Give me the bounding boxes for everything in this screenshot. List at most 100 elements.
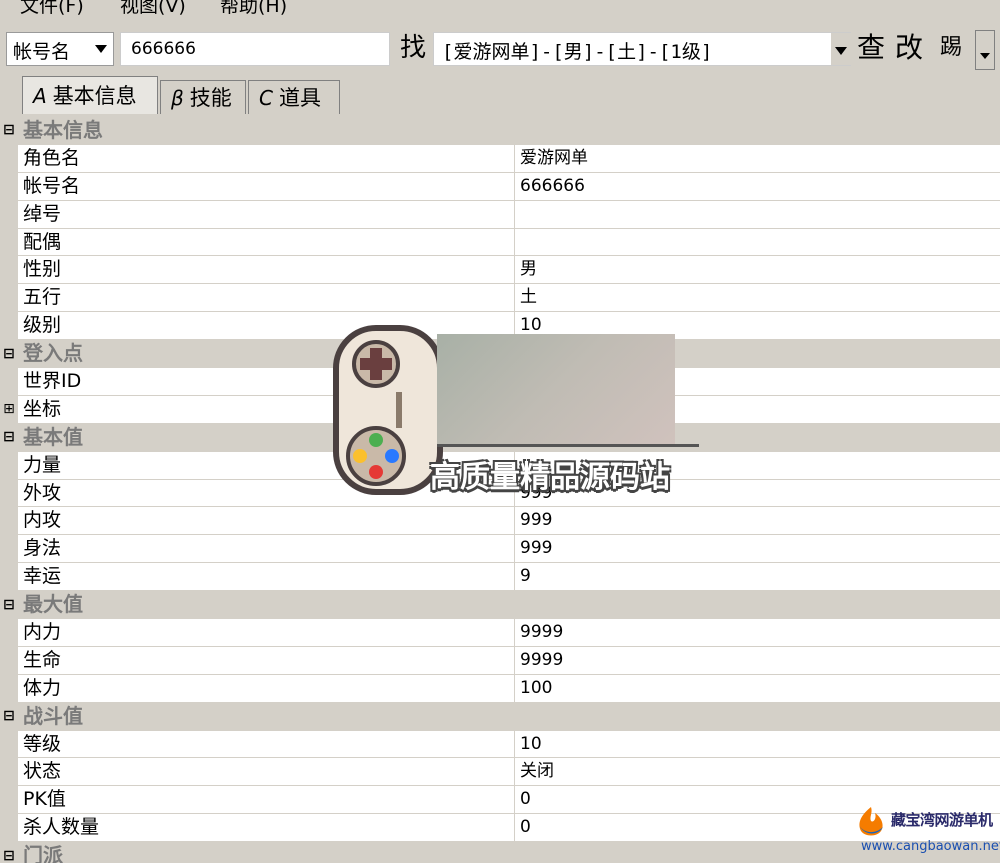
property-value[interactable]: 666666 — [515, 173, 1000, 200]
role-select-dropdown[interactable]: [爱游网单]-[男]-[土]-[1级] — [433, 32, 851, 66]
grid-property-row[interactable]: 生命 9999 — [0, 646, 1000, 675]
kick-button[interactable]: 踢 — [933, 30, 969, 66]
collapse-icon[interactable]: ⊟ — [0, 423, 18, 451]
row-gutter — [0, 200, 18, 228]
row-gutter — [0, 479, 18, 507]
collapse-icon[interactable]: ⊟ — [0, 702, 18, 730]
property-value[interactable]: 9999 — [515, 619, 1000, 646]
grid-property-row[interactable]: 内攻 999 — [0, 507, 1000, 536]
search-type-dropdown[interactable]: 帐号名 — [6, 32, 114, 66]
row-gutter — [0, 786, 18, 814]
category-label: 基本信息 — [23, 118, 103, 142]
grid-property-row[interactable]: 等级 10 — [0, 730, 1000, 759]
search-type-value: 帐号名 — [13, 41, 71, 63]
property-name: 等级 — [18, 730, 515, 758]
row-gutter — [0, 535, 18, 563]
grid-property-row[interactable]: PK值 0 — [0, 786, 1000, 815]
collapse-icon[interactable]: ⊟ — [0, 591, 18, 619]
property-value[interactable]: 爱游网单 — [515, 145, 1000, 172]
grid-property-row[interactable]: 幸运 9 — [0, 563, 1000, 592]
grid-property-row[interactable]: 杀人数量 0 — [0, 814, 1000, 843]
property-value[interactable] — [515, 201, 1000, 228]
property-value[interactable]: 土 — [515, 284, 1000, 311]
toolbar-overflow-button[interactable] — [975, 30, 995, 70]
item-icon: C — [259, 85, 273, 110]
property-value[interactable] — [515, 229, 1000, 256]
person-icon: A — [33, 83, 47, 108]
row-gutter — [0, 646, 18, 674]
menu-view[interactable]: 视图(V) — [120, 0, 186, 16]
property-name: 身法 — [18, 535, 515, 563]
gamepad-watermark-icon — [333, 325, 443, 495]
grid-category-row[interactable]: ⊟ 最大值 — [0, 591, 1000, 620]
tab-skills[interactable]: β 技能 — [160, 80, 246, 114]
menu-file[interactable]: 文件(F) — [20, 0, 84, 16]
grid-property-row[interactable]: 绰号 — [0, 200, 1000, 229]
brand-url: www.cangbaowan.net — [861, 839, 1000, 854]
property-name: 幸运 — [18, 563, 515, 591]
menu-help[interactable]: 帮助(H) — [220, 0, 287, 16]
category-label: 最大值 — [23, 592, 83, 617]
query-button[interactable]: 查 — [853, 30, 889, 66]
row-gutter — [0, 758, 18, 786]
collapse-icon[interactable]: ⊟ — [0, 117, 18, 144]
account-input[interactable]: 666666 — [120, 32, 390, 66]
property-name: 内力 — [18, 619, 515, 646]
brand-watermark: 藏宝湾网游单机 www.cangbaowan.net — [853, 803, 1000, 861]
property-value[interactable]: 关闭 — [515, 758, 1000, 785]
watermark-underline — [437, 444, 699, 447]
property-value[interactable]: 9999 — [515, 647, 1000, 674]
grid-property-row[interactable]: 状态 关闭 — [0, 758, 1000, 787]
grid-property-row[interactable]: 性别男 — [0, 256, 1000, 285]
grid-property-row[interactable]: 配偶 — [0, 228, 1000, 257]
role-select-value: [爱游网单]-[男]-[土]-[1级] — [442, 41, 713, 63]
property-name: 绰号 — [18, 200, 515, 228]
grid-category-row[interactable]: ⊟ 门派 — [0, 842, 1000, 863]
property-value[interactable]: 999 — [515, 507, 1000, 534]
property-name: 帐号名 — [18, 172, 515, 200]
row-gutter — [0, 563, 18, 591]
property-name: PK值 — [18, 786, 515, 814]
grid-property-row[interactable]: 内力 9999 — [0, 619, 1000, 647]
property-value[interactable]: 100 — [515, 675, 1000, 702]
row-gutter — [0, 619, 18, 646]
brand-title: 藏宝湾网游单机 — [891, 811, 993, 829]
row-gutter — [0, 368, 18, 395]
grid-category-row[interactable]: ⊟ 战斗值 — [0, 702, 1000, 731]
grid-property-row[interactable]: 帐号名 666666 — [0, 172, 1000, 201]
skill-icon: β — [171, 85, 184, 110]
modify-button[interactable]: 改 — [891, 30, 927, 66]
property-value[interactable]: 10 — [515, 731, 1000, 758]
expand-icon[interactable]: ⊞ — [0, 395, 18, 423]
collapse-icon[interactable]: ⊟ — [0, 842, 18, 863]
grid-property-row[interactable]: 体力 100 — [0, 674, 1000, 703]
row-gutter — [0, 284, 18, 312]
tab-basic-info[interactable]: A 基本信息 — [22, 76, 158, 114]
tab-label: 基本信息 — [52, 83, 137, 108]
property-value[interactable]: 9 — [515, 563, 1000, 590]
property-name: 内攻 — [18, 507, 515, 535]
property-name: 五行 — [18, 284, 515, 312]
row-gutter — [0, 312, 18, 340]
grid-property-row[interactable]: 五行土 — [0, 284, 1000, 313]
row-gutter — [0, 674, 18, 702]
find-button[interactable]: 找 — [395, 30, 431, 66]
row-gutter — [0, 451, 18, 479]
property-name: 角色名 — [18, 144, 515, 172]
category-label: 战斗值 — [23, 703, 83, 728]
tab-strip: A 基本信息 β 技能 C 道具 — [0, 76, 1000, 192]
grid-property-row[interactable]: 角色名 爱游网单 — [0, 144, 1000, 173]
menu-bar: 文件(F) 视图(V) 帮助(H) — [0, 0, 1000, 24]
row-gutter — [0, 256, 18, 284]
grid-property-row[interactable]: 身法 999 — [0, 535, 1000, 564]
row-gutter — [0, 730, 18, 758]
property-value[interactable]: 999 — [515, 535, 1000, 562]
collapse-icon[interactable]: ⊟ — [0, 340, 18, 368]
property-name: 状态 — [18, 758, 515, 786]
category-label: 门派 — [23, 843, 63, 863]
property-value[interactable]: 男 — [515, 256, 1000, 283]
tab-items[interactable]: C 道具 — [248, 80, 340, 114]
row-gutter — [0, 228, 18, 256]
grid-category-row[interactable]: ⊟ 基本信息 — [0, 117, 1000, 145]
flame-logo-icon — [859, 807, 883, 836]
